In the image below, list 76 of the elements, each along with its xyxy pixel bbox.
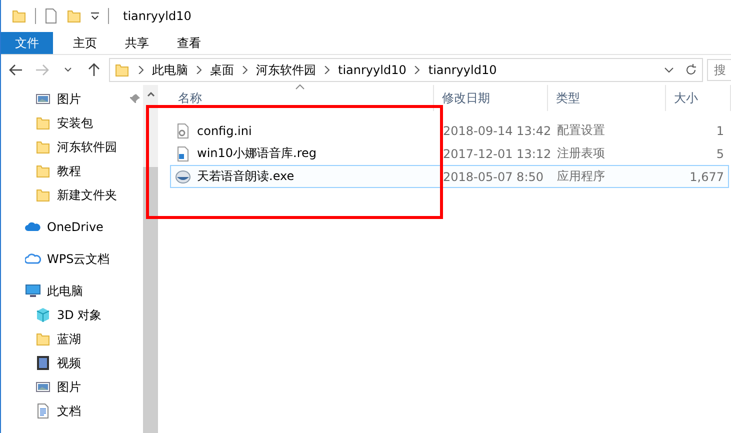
file-name: config.ini — [197, 124, 252, 138]
breadcrumb[interactable]: 此电脑 — [152, 62, 188, 78]
document-icon[interactable] — [44, 8, 58, 24]
forward-arrow-icon — [35, 64, 49, 76]
registry-file-icon — [175, 146, 191, 162]
sidebar-item[interactable]: 3D 对象 — [57, 306, 102, 324]
table-cell-text: 1,677 — [688, 170, 725, 184]
chevron-icon — [242, 66, 248, 74]
caret-icon — [64, 67, 72, 73]
sidebar-item[interactable]: 安装包 — [57, 114, 93, 132]
folder-icon — [35, 187, 51, 203]
sidebar-item[interactable]: 图片 — [57, 90, 81, 108]
ribbon-tab[interactable]: 文件 — [1, 32, 53, 54]
file-name: win10小娜语音库.reg — [197, 145, 317, 162]
file-row[interactable]: win10小娜语音库.reg 2017-12-01 13:12 注册表项 5 — [170, 142, 729, 165]
sort-icon — [295, 84, 305, 90]
picture-icon — [35, 91, 51, 107]
folder-icon — [35, 115, 51, 131]
window-title: tianryyld10 — [123, 9, 192, 23]
document-icon — [35, 403, 51, 419]
column-header[interactable]: 名称 — [170, 85, 434, 111]
sidebar-item[interactable]: 视频 — [57, 354, 81, 372]
table-cell-text: 1 — [715, 124, 725, 138]
breadcrumb[interactable]: 桌面 — [210, 62, 234, 78]
sidebar-item[interactable]: 图片 — [57, 378, 81, 396]
search-field[interactable]: 搜 — [707, 59, 731, 81]
scrollbar[interactable] — [143, 85, 158, 433]
dropdown-icon[interactable] — [90, 11, 100, 21]
breadcrumb[interactable]: tianryyld10 — [338, 63, 406, 77]
sidebar-item[interactable]: 教程 — [57, 162, 81, 180]
column-header[interactable]: 类型 — [548, 85, 666, 111]
table-cell-text: 注册表项 — [556, 145, 606, 162]
cloud-icon — [25, 251, 41, 267]
app-icon — [175, 168, 191, 184]
folder-icon — [35, 331, 51, 347]
chevron-icon — [196, 66, 202, 74]
sidebar-item[interactable]: WPS云文档 — [47, 250, 110, 268]
file-row[interactable]: config.ini 2018-09-14 13:42 配置设置 1 — [170, 119, 729, 142]
file-row[interactable]: 天若语音朗读.exe 2018-05-07 8:50 应用程序 1,677 — [170, 165, 729, 188]
up-arrow-icon — [88, 63, 100, 77]
film-icon — [35, 355, 51, 371]
column-header[interactable]: 修改日期 — [434, 85, 548, 111]
table-cell-text: 2018-09-14 13:42 — [442, 124, 549, 138]
ribbon-tab[interactable]: 查看 — [163, 32, 215, 54]
scroll-up-icon[interactable] — [146, 91, 154, 97]
sidebar-item[interactable]: 新建文件夹 — [57, 186, 117, 204]
folder-icon — [35, 163, 51, 179]
sidebar-item[interactable]: 文档 — [57, 402, 81, 420]
breadcrumb[interactable]: 河东软件园 — [256, 62, 316, 78]
ribbon-tab[interactable]: 共享 — [111, 32, 163, 54]
table-cell-text: 应用程序 — [556, 168, 606, 185]
table-cell-text: 5 — [715, 146, 725, 160]
sidebar-item[interactable]: 蓝湖 — [57, 330, 81, 348]
sidebar-item[interactable]: 此电脑 — [47, 282, 83, 300]
address-bar[interactable]: 此电脑 桌面 河东软件园 tianryyld10 tianryyld10 — [109, 58, 703, 82]
chevron-icon — [324, 66, 330, 74]
pin-icon — [129, 93, 141, 105]
sidebar-item[interactable]: 河东软件园 — [57, 138, 117, 156]
sidebar-item[interactable]: OneDrive — [47, 220, 104, 234]
cube-icon — [35, 307, 51, 323]
folder-icon — [11, 8, 27, 24]
table-cell-text: 2017-12-01 13:12 — [442, 146, 549, 160]
settings-file-icon — [175, 122, 191, 138]
folder-icon — [114, 62, 130, 78]
ribbon-tab[interactable]: 主页 — [59, 32, 111, 54]
breadcrumb[interactable]: tianryyld10 — [428, 63, 497, 77]
picture-icon — [35, 379, 51, 395]
back-arrow-icon — [9, 64, 23, 76]
table-cell-text: 2018-05-07 8:50 — [442, 170, 544, 184]
file-name: 天若语音朗读.exe — [197, 168, 294, 185]
folder-icon — [35, 139, 51, 155]
column-header[interactable]: 大小 — [666, 85, 731, 111]
chevron-icon — [414, 66, 420, 74]
chevron-icon — [138, 66, 144, 74]
computer-icon — [25, 283, 41, 299]
table-cell-text: 配置设置 — [556, 122, 606, 139]
